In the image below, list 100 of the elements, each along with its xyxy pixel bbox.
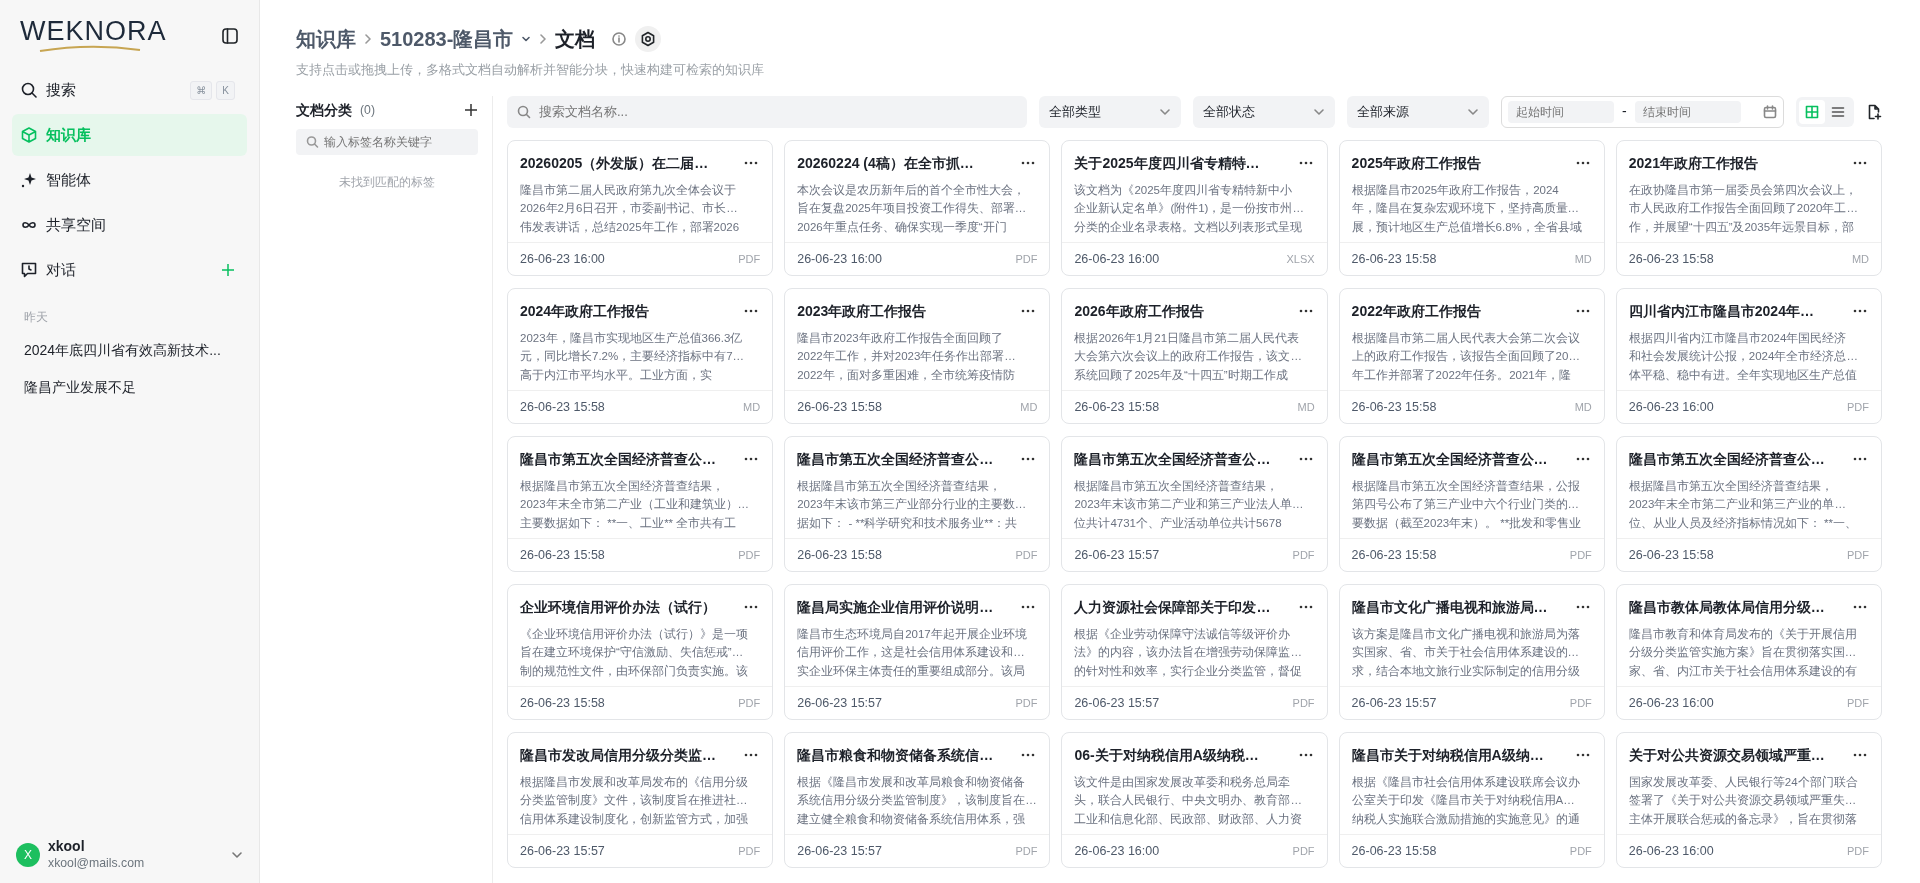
- summary-line: 市人民政府工作报告全面回顾了2020年工…: [1628, 201, 1859, 216]
- document-card[interactable]: 20260224 (4稿）在全市抓… 本次会议是农历新年后的首个全市性大会， 旨在复盘2025年项目投资工作得失、部署… 2026年重点任务、确保实现一季度“开门 26-06-23 16:00 PDF: [784, 139, 1051, 276]
- more-icon: [1853, 161, 1867, 165]
- summary-line: 制的规范性文件，由环保部门负责实施。该: [520, 663, 749, 679]
- more-options-button[interactable]: [1851, 159, 1869, 167]
- document-card[interactable]: 隆昌市关于对纳税信用A级纳… 根据《隆昌市社会信用体系建设联席会议办 公室关于印发《隆昌市关于对纳税信用A… 纳税人实施联合激励措施的实施意见》的通 26-06-23 15:58 PDF: [1338, 731, 1605, 868]
- document-card[interactable]: 06-关于对纳税信用A级纳税… 该文件是由国家发展改革委和税务总局牵 头，联合人民银行、中央文明办、教育部… 工业和信息化部、民政部、财政部、人力资 26-06-23 16:00 PDF: [1061, 731, 1328, 868]
- upload-time: 26-06-23 16:00: [797, 251, 882, 268]
- collapse-sidebar-button[interactable]: [221, 26, 239, 45]
- document-card[interactable]: 隆昌市粮食和物资储备系统信… 根据《隆昌市发展和改革局粮食和物资储备 系统信用分级分类监管制度》，该制度旨在… 建立健全粮食和物资储备系统信用体系，强 26-06-23 15:57 PDF: [784, 731, 1051, 868]
- tag-search-field[interactable]: 输入标签名称关键字: [296, 128, 478, 155]
- summary-line: 的针对性和效率，实行企业分类监管，督促: [1074, 663, 1304, 679]
- file-type-label: PDF: [1292, 548, 1315, 564]
- document-card[interactable]: 隆昌市发改局信用分级分类监… 根据隆昌市发展和改革局发布的《信用分级 分类监管制度》文件，该制度旨在推进社… 信用体系建设制度化，创新监管方式，加强 26-06-23 15:57 PDF: [507, 731, 774, 868]
- document-card[interactable]: 隆昌局实施企业信用评价说明… 隆昌市生态环境局自2017年起开展企业环境 信用评价工作，这是社会信用体系建设和… 实企业环保主体责任的重要组成部分。该局 26-06-23 15:57 PDF: [784, 583, 1051, 720]
- more-icon: [1853, 753, 1867, 757]
- more-icon: [1575, 753, 1590, 757]
- more-options-button[interactable]: [1851, 307, 1869, 315]
- user-menu[interactable]: X xkool xkool@mails.com: [12, 838, 247, 871]
- info-icon[interactable]: [611, 31, 628, 47]
- document-card[interactable]: 人力资源社会保障部关于印发… 根据《企业劳动保障守法诚信等级评价办 法》的内容，该办法旨在增强劳动保障监… 的针对性和效率，实行企业分类监管，督促 26-06-23 15:57 PDF: [1061, 583, 1328, 720]
- more-icon: [744, 605, 759, 609]
- summary-line: 和社会发展统计公报，2024年全市经济总…: [1628, 349, 1859, 364]
- document-title: 企业环境信用评价办法（试行）: [520, 597, 716, 617]
- nav-item[interactable]: 智能体: [12, 159, 247, 201]
- history-group-label: 昨天: [23, 309, 49, 326]
- summary-line: 位、从业人员及经济指标情况如下： **一、: [1628, 515, 1858, 531]
- document-card[interactable]: 隆昌市第五次全国经济普查公… 根据隆昌市第五次全国经济普查结果， 2023年末全市第二产业（工业和建筑业）… 主要数据如下： **一、工业** 全市共有工 26-06-23 15:58 PDF: [507, 435, 774, 572]
- document-card[interactable]: 隆昌市第五次全国经济普查公… 根据隆昌市第五次全国经济普查结果， 2023年末该市第二产业和第三产业法人单… 位共计4731个、产业活动单位共计5678 26-06-23 15:57 PDF: [1061, 435, 1328, 572]
- summary-line: 该文件是由国家发展改革委和税务总局牵: [1074, 774, 1292, 790]
- document-card[interactable]: 四川省内江市隆昌市2024年… 根据四川省内江市隆昌市2024年国民经济 和社会发展统计公报，2024年全市经济总… 体平稳、稳中有进。全年实现地区生产总值 26-06-23 16:00 PDF: [1615, 287, 1882, 424]
- summary-line: 《企业环境信用评价办法（试行）》是一项: [520, 626, 749, 642]
- document-title: 四川省内江市隆昌市2024年…: [1628, 301, 1814, 321]
- document-card[interactable]: 2025年政府工作报告 根据隆昌市2025年政府工作报告，2024 年，隆昌在复杂宏观环境下，坚持高质量… 展，预计地区生产总值增长6.8%，全省县域 26-06-23 15:58 MD: [1338, 139, 1605, 276]
- settings-button[interactable]: [635, 26, 662, 52]
- summary-line: 签署了《关于对公共资源交易领域严重失…: [1628, 793, 1858, 808]
- add-tag-button[interactable]: [464, 103, 478, 117]
- document-card[interactable]: 隆昌市第五次全国经济普查公… 根据隆昌市第五次全国经济普查结果，公报 第四号公布了第三产业中六个行业门类的… 要数据（截至2023年末）。 **批发和零售业 26-06-23 15:58 PDF: [1338, 435, 1605, 572]
- summary-line: 建立健全粮食和物资储备系统信用体系，强: [797, 811, 1027, 827]
- document-card[interactable]: 关于2025年度四川省专精特… 该文档为《2025年度四川省专精特新中小 企业新认定名单》(附件1)，是一份按市州… 分类的企业名录表格。文档以列表形式呈现 26-06-23 16:00 XLSX: [1061, 139, 1328, 276]
- summary-line: 旨在复盘2025年项目投资工作得失、部署…: [797, 201, 1028, 216]
- document-card[interactable]: 关于对公共资源交易领域严重… 国家发展改革委、人民银行等24个部门联合 签署了《关于对公共资源交易领域严重失… 主体开展联合惩戒的备忘录》，旨在贯彻落 26-06-23 16:00 PDF: [1615, 731, 1882, 868]
- filter-select[interactable]: 全部来源: [1347, 95, 1489, 128]
- summary-line: 2022年，面对多重困难，全市统筹疫情防: [797, 367, 1016, 383]
- document-title: 人力资源社会保障部关于印发…: [1074, 597, 1271, 617]
- document-card[interactable]: 隆昌市文化广播电视和旅游局… 该方案是隆昌市文化广播电视和旅游局为落 实国家、省、市关于社会信用体系建设的… 求，结合本地文旅行业实际制定的信用分级 26-06-23 15:57 PDF: [1338, 583, 1605, 720]
- document-search-field[interactable]: 搜索文档名称...: [507, 95, 1027, 128]
- summary-line: 伟发表讲话，总结2025年工作，部署2026: [520, 219, 741, 235]
- document-card[interactable]: 2021年政府工作报告 在政协隆昌市第一届委员会第四次会议上， 市人民政府工作报告全面回顾了2020年工… 作，并展望“十四五”及2035年远景目标，部 26-06-23 15:58 MD: [1615, 139, 1882, 276]
- document-card[interactable]: 隆昌市教体局教体局信用分级… 隆昌市教育和体育局发布的《关于开展信用 分级分类监管实施方案》旨在贯彻落实国… 家、省、内江市关于社会信用体系建设的有 26-06-23 16:00 PDF: [1615, 583, 1882, 720]
- summary-line: 求，结合本地文旅行业实际制定的信用分级: [1351, 663, 1581, 679]
- file-type-label: MD: [1851, 252, 1869, 268]
- file-type-label: MD: [1020, 400, 1038, 416]
- breadcrumb-link[interactable]: 510283-隆昌市: [380, 24, 514, 54]
- document-title: 关于2025年度四川省专精特…: [1074, 153, 1260, 173]
- breadcrumb-link[interactable]: 知识库: [296, 24, 356, 54]
- search-icon: [306, 135, 319, 148]
- summary-line: 根据隆昌市发展和改革局发布的《信用分级: [520, 774, 749, 790]
- nav-item[interactable]: 对话: [12, 249, 247, 291]
- chat-history-item[interactable]: 隆昌产业发展不足: [12, 369, 247, 406]
- document-card[interactable]: 2023年政府工作报告 隆昌市2023年政府工作报告全面回顾了 2022年工作，并对2023年任务作出部署… 2022年，面对多重困难，全市统筹疫情防 26-06-23 15:58 MD: [784, 287, 1051, 424]
- document-title: 隆昌市第五次全国经济普查公…: [1351, 449, 1548, 469]
- summary-line: 体平稳、稳中有进。全年实现地区生产总值: [1628, 367, 1858, 383]
- start-date-field[interactable]: 起始时间: [1508, 100, 1614, 123]
- document-card[interactable]: 2026年政府工作报告 根据2026年1月21日隆昌市第二届人民代表 大会第六次会议上的政府工作报告，该文… 系统回顾了2025年及“十四五”时期工作成 26-06-23 15:58 MD: [1061, 287, 1328, 424]
- document-card[interactable]: 隆昌市第五次全国经济普查公… 根据隆昌市第五次全国经济普查结果， 2023年末该市第三产业部分行业的主要数… 据如下： - **科学研究和技术服务业**：共 26-06-23 15:58 PDF: [784, 435, 1051, 572]
- summary-line: 信用体系建设制度化，创新监管方式，加强: [520, 811, 749, 827]
- document-card[interactable]: 2022年政府工作报告 根据隆昌市第二届人民代表大会第二次会议 上的政府工作报告，该报告全面回顾了20… 年工作并部署了2022年任务。2021年，隆 26-06-23 15:58 MD: [1338, 287, 1605, 424]
- document-title: 隆昌市文化广播电视和旅游局…: [1351, 597, 1548, 617]
- filter-select[interactable]: 全部类型: [1039, 95, 1181, 128]
- breadcrumb-chevron-icon: [364, 34, 372, 44]
- document-title: 隆昌局实施企业信用评价说明…: [797, 597, 994, 617]
- date-range-picker[interactable]: 起始时间 - 结束时间: [1501, 95, 1784, 128]
- document-card[interactable]: 企业环境信用评价办法（试行） 《企业环境信用评价办法（试行）》是一项 旨在建立环境保护“守信激励、失信惩戒”… 制的规范性文件，由环保部门负责实施。该 26-06-23 15:58 PDF: [507, 583, 774, 720]
- summary-line: 信用评价工作，这是社会信用体系建设和…: [797, 645, 1026, 660]
- document-card[interactable]: 20260205（外发版）在二届… 隆昌市第二届人民政府第九次全体会议于 2026年2月6日召开，市委副书记、市长… 伟发表讲话，总结2025年工作，部署2026 26-06-23 16:00 PDF: [507, 139, 774, 276]
- nav-item[interactable]: 共享空间: [12, 204, 247, 246]
- more-options-button[interactable]: [1851, 603, 1869, 611]
- document-title: 2022年政府工作报告: [1351, 301, 1481, 321]
- summary-line: 展，预计地区生产总值增长6.8%，全省县域: [1351, 219, 1583, 235]
- nav-item[interactable]: 搜索 ⌘ K: [12, 69, 247, 111]
- more-options-button[interactable]: [1851, 455, 1869, 463]
- filter-select[interactable]: 全部状态: [1193, 95, 1335, 128]
- summary-line: 元，同比增长7.2%，主要经济指标中有7…: [520, 349, 746, 364]
- view-toggle-button[interactable]: [1799, 99, 1825, 124]
- more-options-button[interactable]: [1851, 751, 1869, 759]
- document-title: 2024年政府工作报告: [520, 301, 650, 321]
- document-title: 隆昌市粮食和物资储备系统信…: [797, 745, 994, 765]
- document-card[interactable]: 2024年政府工作报告 2023年，隆昌市实现地区生产总值366.3亿 元，同比增长7.2%，主要经济指标中有7… 高于内江市平均水平。工业方面，实 26-06-23 15:58 MD: [507, 287, 774, 424]
- document-card[interactable]: 隆昌市第五次全国经济普查公… 根据隆昌市第五次全国经济普查结果， 2023年末全市第二产业和第三产业的单… 位、从业人员及经济指标情况如下： **一、 26-06-23 15:58 PDF: [1615, 435, 1882, 572]
- shortcut-key: K: [216, 80, 235, 100]
- summary-line: 根据《隆昌市发展和改革局粮食和物资储备: [797, 774, 1027, 790]
- summary-line: 大会第六次会议上的政府工作报告，该文…: [1074, 349, 1303, 364]
- chat-history-item[interactable]: 2024年底四川省有效高新技术...: [12, 332, 247, 369]
- upload-document-button[interactable]: [1866, 103, 1882, 120]
- summary-line: 企业新认定名单》(附件1)，是一份按市州…: [1074, 201, 1305, 216]
- upload-time: 26-06-23 15:58: [1628, 251, 1714, 268]
- summary-line: 本次会议是农历新年后的首个全市性大会，: [797, 182, 1027, 198]
- dropdown-caret-icon[interactable]: [521, 34, 532, 44]
- end-date-field[interactable]: 结束时间: [1634, 100, 1741, 123]
